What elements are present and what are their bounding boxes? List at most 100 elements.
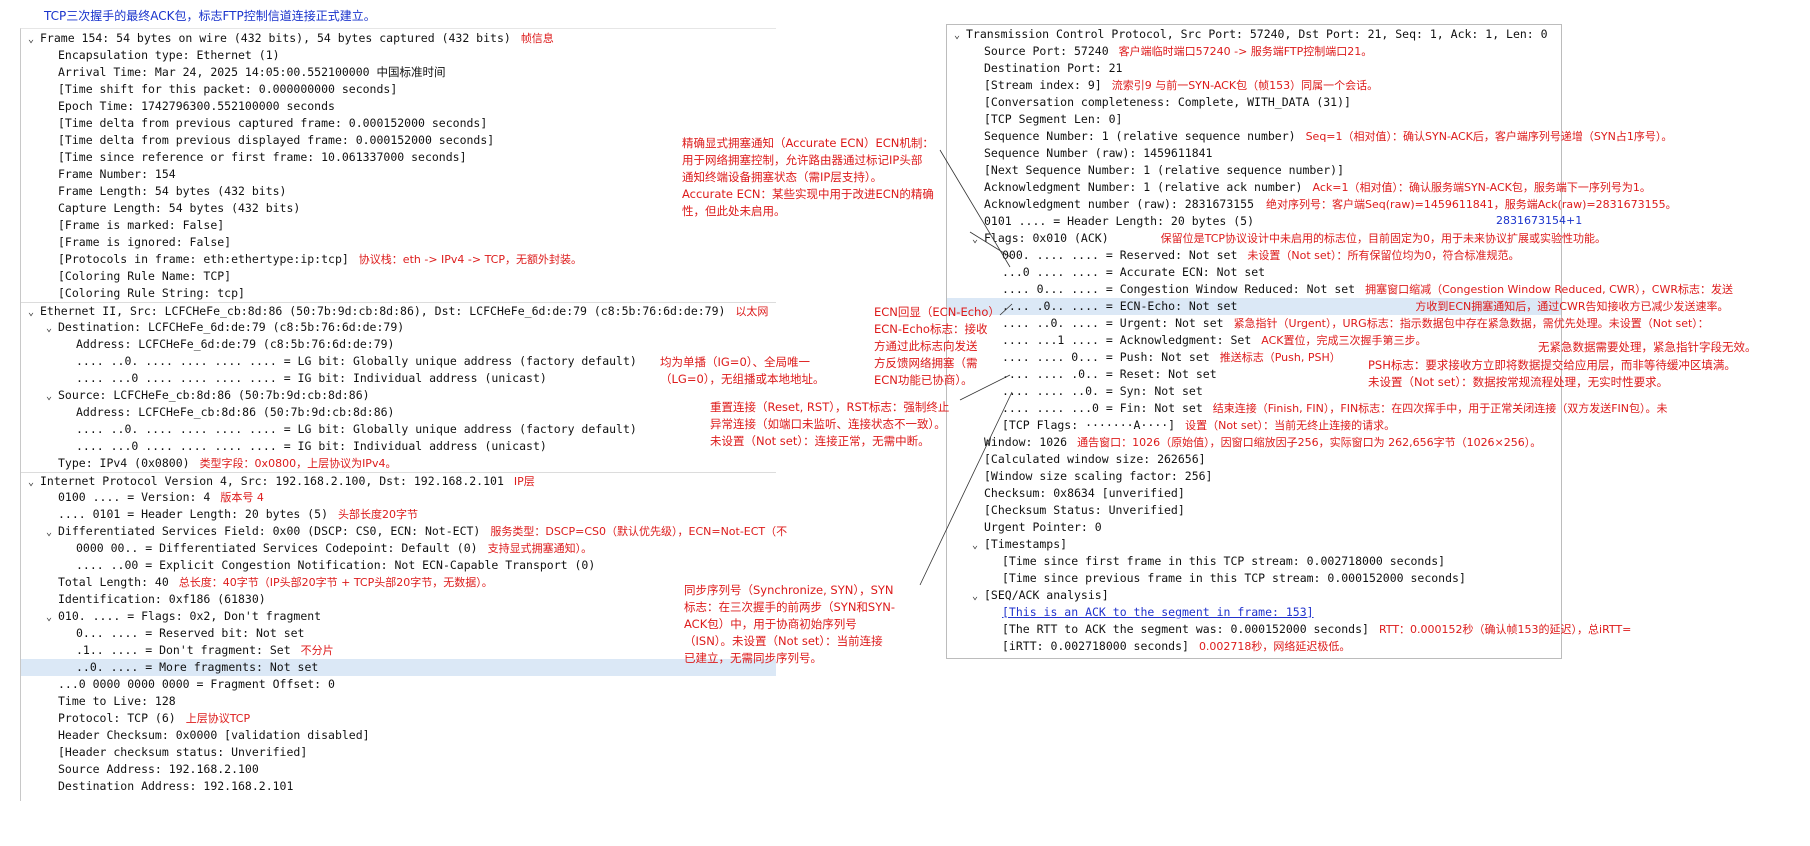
right-row[interactable]: Acknowledgment Number: 1 (relative ack n…: [947, 179, 1651, 196]
left-field-text: [Frame is ignored: False]: [58, 235, 232, 249]
right-row[interactable]: [Stream index: 9] 流索引9 与前一SYN-ACK包（帧153）同…: [947, 77, 1561, 94]
expand-chevron-icon[interactable]: ⌄: [951, 27, 963, 44]
left-row[interactable]: ⌄ Destination: LCFCHeFe_6d:de:79 (c8:5b:7…: [21, 319, 776, 336]
right-annotation: 结束连接（Finish, FIN），FIN标志：在四次挥手中，用于正常关闭连接（…: [1212, 402, 1668, 415]
right-row[interactable]: ⌄ Transmission Control Protocol, Src Port…: [947, 26, 1561, 43]
note-psh: PSH标志：要求接收方立即将数据提交给应用层，而非等待缓冲区填满。 未设置（No…: [1368, 358, 1736, 389]
left-row[interactable]: [Coloring Rule Name: TCP]: [21, 268, 776, 285]
right-row[interactable]: ⌄ [SEQ/ACK analysis]: [947, 587, 1561, 604]
right-row[interactable]: [Next Sequence Number: 1 (relative seque…: [947, 162, 1561, 179]
left-field-text: Internet Protocol Version 4, Src: 192.16…: [40, 474, 504, 488]
left-field-text: Destination Address: 192.168.2.101: [58, 779, 294, 793]
expand-chevron-icon[interactable]: ⌄: [43, 388, 55, 405]
right-row[interactable]: Destination Port: 21: [947, 60, 1561, 77]
left-row[interactable]: ⌄ Frame 154: 54 bytes on wire (432 bits),…: [21, 30, 776, 47]
left-row[interactable]: Time to Live: 128: [21, 693, 776, 710]
expand-chevron-icon[interactable]: ⌄: [969, 537, 981, 554]
left-row[interactable]: ⌄ Source: LCFCHeFe_cb:8d:86 (50:7b:9d:cb:…: [21, 387, 776, 404]
right-row[interactable]: [TCP Segment Len: 0]: [947, 111, 1561, 128]
right-field-text: Checksum: 0x8634 [unverified]: [984, 486, 1185, 500]
right-field-text: [TCP Segment Len: 0]: [984, 112, 1123, 126]
left-row[interactable]: Frame Length: 54 bytes (432 bits): [21, 183, 776, 200]
left-row[interactable]: [Time shift for this packet: 0.000000000…: [21, 81, 776, 98]
left-row[interactable]: Protocol: TCP (6) 上层协议TCP: [21, 710, 776, 727]
left-row[interactable]: Epoch Time: 1742796300.552100000 seconds: [21, 98, 776, 115]
right-row[interactable]: [This is an ACK to the segment in frame:…: [947, 604, 1561, 621]
left-row[interactable]: .... 0101 = Header Length: 20 bytes (5) 头…: [21, 506, 776, 523]
left-row[interactable]: .... ...0 .... .... .... .... = IG bit: …: [21, 438, 776, 455]
left-row[interactable]: Capture Length: 54 bytes (432 bits): [21, 200, 776, 217]
left-row[interactable]: Type: IPv4 (0x0800) 类型字段：0x0800，上层协议为IPv4…: [21, 455, 776, 472]
expand-chevron-icon[interactable]: ⌄: [969, 231, 981, 248]
right-annotation: 紧急指针（Urgent），URG标志：指示数据包中存在紧急数据，需优先处理。未设…: [1233, 317, 1709, 330]
right-row[interactable]: [Calculated window size: 262656]: [947, 451, 1561, 468]
right-row[interactable]: Source Port: 57240 客户端临时端口57240 -> 服务端FTP…: [947, 43, 1561, 60]
right-row[interactable]: 000. .... .... = Reserved: Not set 未设置（No…: [947, 247, 1561, 264]
right-row[interactable]: .... .0.. .... = ECN-Echo: Not set 方收到ECN…: [947, 298, 1728, 315]
left-row[interactable]: 0... .... = Reserved bit: Not set: [21, 625, 776, 642]
expand-chevron-icon[interactable]: ⌄: [25, 31, 37, 48]
right-row[interactable]: Sequence Number: 1 (relative sequence nu…: [947, 128, 1672, 145]
right-row[interactable]: [Conversation completeness: Complete, WI…: [947, 94, 1561, 111]
left-row[interactable]: .1.. .... = Don't fragment: Set 不分片: [21, 642, 776, 659]
right-row[interactable]: ⌄ Flags: 0x010 (ACK) 保留位是TCP协议设计中未启用的标志位，目…: [947, 230, 1606, 248]
left-row[interactable]: .... ..0. .... .... .... .... = LG bit: …: [21, 421, 776, 438]
left-row[interactable]: Address: LCFCHeFe_6d:de:79 (c8:5b:76:6d:…: [21, 336, 776, 353]
right-row[interactable]: Acknowledgment number (raw): 2831673155 绝…: [947, 196, 1677, 213]
left-row[interactable]: [Header checksum status: Unverified]: [21, 744, 776, 761]
right-row[interactable]: ...0 .... .... = Accurate ECN: Not set: [947, 264, 1561, 281]
right-row[interactable]: Window: 1026 通告窗口：1026（原始值），因窗口缩放因子256，实际…: [947, 434, 1561, 451]
left-row[interactable]: [Frame is marked: False]: [21, 217, 776, 234]
left-row[interactable]: .... ..00 = Explicit Congestion Notifica…: [21, 557, 776, 574]
left-row[interactable]: ⌄ Internet Protocol Version 4, Src: 192.1…: [21, 472, 776, 490]
expand-chevron-icon[interactable]: ⌄: [969, 588, 981, 605]
right-row[interactable]: [Time since first frame in this TCP stre…: [947, 553, 1561, 570]
right-annotation: Ack=1（相对值）：确认服务端SYN-ACK包，服务端下一序列号为1。: [1312, 181, 1651, 194]
left-row[interactable]: [Coloring Rule String: tcp]: [21, 285, 776, 302]
left-row[interactable]: [Time delta from previous captured frame…: [21, 115, 776, 132]
left-field-text: Header Checksum: 0x0000 [validation disa…: [58, 728, 370, 742]
left-row[interactable]: Address: LCFCHeFe_cb:8d:86 (50:7b:9d:cb:…: [21, 404, 776, 421]
left-row[interactable]: Arrival Time: Mar 24, 2025 14:05:00.5521…: [21, 64, 776, 81]
right-row[interactable]: Sequence Number (raw): 1459611841: [947, 145, 1561, 162]
left-field-text: Encapsulation type: Ethernet (1): [58, 48, 280, 62]
left-row[interactable]: [Time delta from previous displayed fram…: [21, 132, 776, 149]
expand-chevron-icon[interactable]: ⌄: [43, 320, 55, 337]
left-row[interactable]: [Time since reference or first frame: 10…: [21, 149, 776, 166]
left-row[interactable]: Total Length: 40 总长度：40字节（IP头部20字节 + TCP头…: [21, 574, 776, 591]
left-row[interactable]: Source Address: 192.168.2.100: [21, 761, 776, 778]
left-row[interactable]: Frame Number: 154: [21, 166, 776, 183]
right-annotation: 流索引9 与前一SYN-ACK包（帧153）同属一个会话。: [1111, 79, 1379, 92]
left-row[interactable]: 0000 00.. = Differentiated Services Code…: [21, 540, 776, 557]
left-row[interactable]: Header Checksum: 0x0000 [validation disa…: [21, 727, 776, 744]
right-row[interactable]: 0101 .... = Header Length: 20 bytes (5): [947, 213, 1561, 230]
right-row[interactable]: Urgent Pointer: 0: [947, 519, 1561, 536]
right-row[interactable]: .... 0... .... = Congestion Window Reduc…: [947, 281, 1733, 298]
left-row[interactable]: ...0 0000 0000 0000 = Fragment Offset: 0: [21, 676, 776, 693]
left-row[interactable]: ⌄ 010. .... = Flags: 0x2, Don't fragment: [21, 608, 776, 625]
left-row[interactable]: [Protocols in frame: eth:ethertype:ip:tc…: [21, 251, 776, 268]
right-row[interactable]: Checksum: 0x8634 [unverified]: [947, 485, 1561, 502]
expand-chevron-icon[interactable]: ⌄: [43, 524, 55, 541]
left-row[interactable]: [Frame is ignored: False]: [21, 234, 776, 251]
right-row[interactable]: ⌄ [Timestamps]: [947, 536, 1561, 553]
left-row[interactable]: Destination Address: 192.168.2.101: [21, 778, 776, 795]
frame-link[interactable]: [This is an ACK to the segment in frame:…: [1002, 605, 1314, 619]
right-row[interactable]: [iRTT: 0.002718000 seconds] 0.002718秒，网络延…: [947, 638, 1561, 655]
right-row[interactable]: .... ..0. .... = Urgent: Not set 紧急指针（Urg…: [947, 315, 1709, 332]
right-row[interactable]: .... ...1 .... = Acknowledgment: Set ACK置…: [947, 332, 1561, 349]
left-row[interactable]: Identification: 0xf186 (61830): [21, 591, 776, 608]
right-row[interactable]: [The RTT to ACK the segment was: 0.00015…: [947, 621, 1631, 638]
left-row[interactable]: ⌄ Ethernet II, Src: LCFCHeFe_cb:8d:86 (50…: [21, 302, 776, 320]
right-row[interactable]: .... .... ...0 = Fin: Not set 结束连接（Finish…: [947, 400, 1668, 417]
left-row[interactable]: Encapsulation type: Ethernet (1): [21, 47, 776, 64]
right-row[interactable]: [Checksum Status: Unverified]: [947, 502, 1561, 519]
left-field-text: Address: LCFCHeFe_6d:de:79 (c8:5b:76:6d:…: [76, 337, 395, 351]
right-row[interactable]: [Time since previous frame in this TCP s…: [947, 570, 1561, 587]
expand-chevron-icon[interactable]: ⌄: [43, 609, 55, 626]
left-row[interactable]: 0100 .... = Version: 4 版本号 4: [21, 489, 776, 506]
left-row[interactable]: ..0. .... = More fragments: Not set: [21, 659, 776, 676]
right-row[interactable]: [TCP Flags: ·······A····] 设置（Not set）：当前无…: [947, 417, 1561, 434]
right-row[interactable]: [Window size scaling factor: 256]: [947, 468, 1561, 485]
left-row[interactable]: ⌄ Differentiated Services Field: 0x00 (DS…: [21, 523, 787, 541]
